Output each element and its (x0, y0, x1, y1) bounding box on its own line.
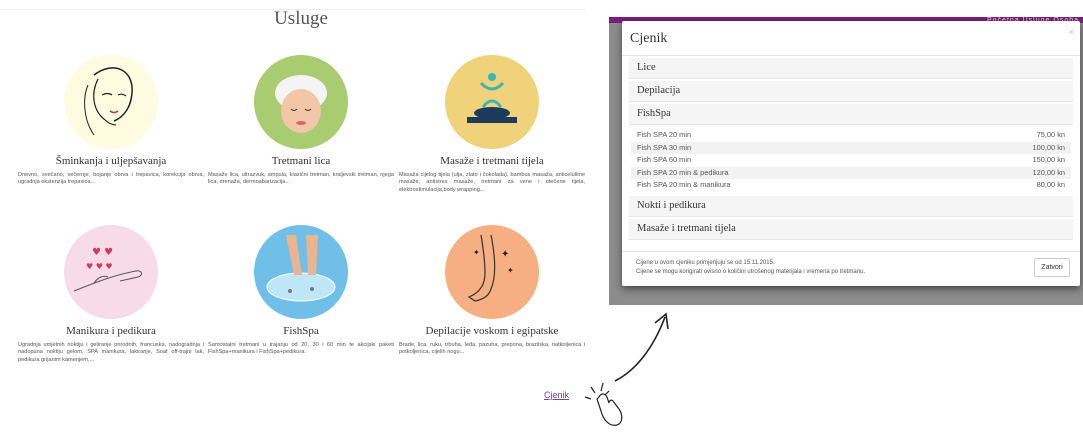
service-card-makeup[interactable]: Šminkanja i uljepšavanja Dnevno, svečano… (18, 55, 204, 187)
svg-text:♥ ♥ ♥: ♥ ♥ ♥ (86, 262, 113, 271)
makeup-icon (64, 55, 158, 149)
service-description: Brade, lica, ruku, trbuha, leđa, pazuha,… (399, 342, 585, 356)
svg-text:✦: ✦ (507, 266, 514, 275)
page-title: Usluge (274, 8, 328, 29)
service-title: Šminkanja i uljepšavanja (55, 155, 167, 167)
service-description: Masaža cijelog tijela (ulja, zlato i čok… (399, 172, 585, 193)
service-title: Manikura i pedikura (66, 325, 156, 337)
price-item-name: Fish SPA 20 min (637, 130, 692, 139)
svg-text:♥ ♥: ♥ ♥ (92, 247, 113, 258)
service-card-body[interactable]: Masaže i tretmani tijela Masaža cijelog … (399, 55, 585, 194)
service-description: Dnevno, svečano, večernje, bojanje obrva… (18, 172, 204, 186)
price-item-name: Fish SPA 20 min & manikura (637, 180, 731, 189)
accordion-section-lice[interactable]: Lice (629, 58, 1073, 79)
pricelist-screenshot: Početna Usluge Osoba Cjenik × Lice Depil… (609, 17, 1083, 305)
service-title: Masaže i tretmani tijela (440, 155, 544, 167)
price-row: Fish SPA 20 min & manikura 80,00 kn (631, 179, 1071, 192)
price-row: Fish SPA 20 min & pedikura 120,00 kn (631, 166, 1071, 179)
price-item-value: 75,00 kn (1036, 130, 1065, 139)
note-line: Cijene u ovom cjeniku primjenjuju se od … (636, 260, 775, 266)
modal-title: Cjenik (630, 31, 668, 46)
accordion-section-depilacija[interactable]: Depilacija (629, 81, 1073, 102)
svg-text:✦: ✦ (473, 248, 480, 257)
modal-header: Cjenik × (622, 21, 1080, 56)
service-title: FishSpa (283, 325, 319, 337)
service-description: Masaže lica, ultrazvuk, ampula, klasični… (208, 172, 394, 186)
pricelist-note: Cijene u ovom cjeniku primjenjuju se od … (636, 259, 865, 276)
service-description: Samostalni tretmani u trajanju od 20, 30… (208, 342, 394, 356)
fishspa-icon (254, 225, 348, 319)
close-button[interactable]: Zatvori (1034, 258, 1070, 277)
service-card-waxing[interactable]: ✦ ✦ ✦ Depilacije voskom i egipatske Brad… (399, 225, 585, 357)
svg-text:✦: ✦ (501, 249, 509, 260)
accordion-section-nokti[interactable]: Nokti i pedikura (629, 195, 1073, 217)
service-title: Depilacije voskom i egipatske (425, 325, 559, 337)
face-treatment-icon (254, 55, 348, 149)
manicure-icon: ♥ ♥ ♥ ♥ ♥ (64, 225, 158, 319)
cjenik-link[interactable]: Cjenik (544, 390, 569, 400)
accordion-section-masaze[interactable]: Masaže i tretmani tijela (629, 218, 1073, 240)
price-item-name: Fish SPA 20 min & pedikura (637, 167, 729, 177)
price-item-value: 120,00 kn (1032, 167, 1065, 177)
price-row: Fish SPA 60 min 150,00 kn (631, 154, 1071, 167)
price-item-value: 100,00 kn (1032, 142, 1065, 152)
note-line: Cijene se mogu korigirati ovisno o količ… (636, 268, 866, 275)
waxing-icon: ✦ ✦ ✦ (445, 225, 539, 319)
close-icon[interactable]: × (1069, 27, 1074, 37)
pricelist-accordion: Lice Depilacija FishSpa Fish SPA 20 min 7… (629, 58, 1073, 240)
massage-icon (445, 55, 539, 149)
price-item-name: Fish SPA 30 min (637, 142, 692, 152)
service-card-face[interactable]: Tretmani lica Masaže lica, ultrazvuk, am… (208, 55, 394, 187)
service-card-fishspa[interactable]: FishSpa Samostalni tretmani u trajanju o… (208, 225, 394, 357)
accordion-section-fishspa[interactable]: FishSpa (629, 104, 1073, 125)
service-description: Ugradnja umjetnih noktiju i geliranje pr… (18, 342, 204, 363)
price-item-value: 150,00 kn (1032, 155, 1065, 164)
price-item-value: 80,00 kn (1036, 180, 1065, 189)
service-title: Tretmani lica (271, 155, 331, 167)
service-card-manicure[interactable]: ♥ ♥ ♥ ♥ ♥ Manikura i pedikura Ugradnja u… (18, 225, 204, 364)
price-row: Fish SPA 30 min 100,00 kn (631, 141, 1071, 154)
pricelist-modal: Cjenik × Lice Depilacija FishSpa Fish SP… (622, 21, 1080, 286)
price-item-name: Fish SPA 60 min (637, 155, 692, 164)
price-row: Fish SPA 20 min 75,00 kn (631, 129, 1071, 142)
modal-footer: Cijene u ovom cjeniku primjenjuju se od … (622, 251, 1080, 277)
fishspa-price-list: Fish SPA 20 min 75,00 kn Fish SPA 30 min 1… (629, 125, 1073, 194)
annotation-arrow-icon (584, 312, 669, 426)
